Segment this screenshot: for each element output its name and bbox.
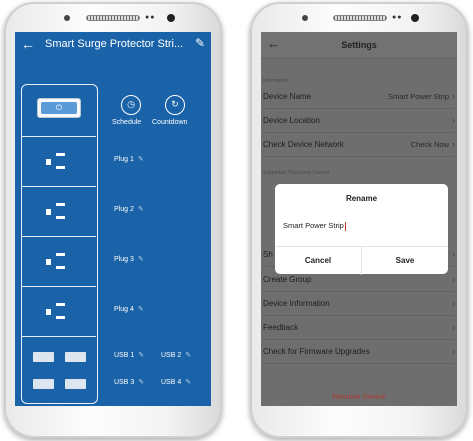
dialog-button-row: Cancel Save <box>275 246 448 275</box>
row-value: Check Now <box>410 140 449 149</box>
speaker-grille <box>333 15 387 21</box>
device-screen: ← Smart Surge Protector Stri... ✎ ⏻ ◷ Sc… <box>15 32 211 406</box>
strip-power-section: ⏻ <box>22 85 96 137</box>
edit-pencil-icon[interactable]: ✎ <box>185 352 191 359</box>
dialog-title: Rename <box>345 194 378 203</box>
plug-3-label: Plug 3 <box>114 256 134 263</box>
device-name-input-value: Smart Power Strip <box>283 221 344 230</box>
outlet-icon <box>46 301 72 323</box>
master-power-button[interactable]: ⏻ <box>37 98 81 118</box>
remove-device-button[interactable]: Remove Device <box>261 392 457 401</box>
row-label: Check Device Network <box>263 140 344 149</box>
section-header-third-party: Supported Third-party Control <box>263 170 330 176</box>
text-cursor <box>344 221 346 231</box>
chevron-right-icon: › <box>452 249 455 259</box>
row-label: Device Location <box>263 116 320 125</box>
top-bar: ← Settings <box>261 32 457 59</box>
chevron-right-icon: › <box>452 91 455 101</box>
outlet-icon <box>46 201 72 223</box>
row-check-device-network[interactable]: Check Device Network Check Now › <box>263 136 455 157</box>
edit-pencil-icon[interactable]: ✎ <box>138 156 144 163</box>
schedule-label[interactable]: Schedule <box>112 119 141 126</box>
plug-4-label-row[interactable]: Plug 4 ✎ <box>114 305 144 313</box>
row-label: Device Name <box>263 92 312 101</box>
section-header-information: Information <box>263 78 289 84</box>
edit-pencil-icon[interactable]: ✎ <box>195 36 205 50</box>
top-bar: ← Smart Surge Protector Stri... ✎ <box>15 32 211 58</box>
device-name-input[interactable]: Smart Power Strip <box>283 221 346 231</box>
strip-usb-section <box>22 337 96 403</box>
countdown-timer-icon[interactable]: ↻ <box>165 95 185 115</box>
usb-port-icon[interactable] <box>65 379 86 389</box>
plug-4-label: Plug 4 <box>114 306 134 313</box>
plug-2-label: Plug 2 <box>114 206 134 213</box>
usb-1-label: USB 1 <box>114 352 135 359</box>
plug-1-label-row[interactable]: Plug 1 ✎ <box>114 155 144 163</box>
save-button[interactable]: Save <box>362 256 448 265</box>
row-label: Sh <box>263 250 273 259</box>
schedule-clock-icon[interactable]: ◷ <box>121 95 141 115</box>
edit-pencil-icon[interactable]: ✎ <box>138 306 144 313</box>
chevron-right-icon: › <box>452 139 455 149</box>
strip-outlet-2[interactable] <box>22 187 96 237</box>
plug-1-label: Plug 1 <box>114 156 134 163</box>
rename-dialog: Rename Smart Power Strip Cancel Save <box>275 184 448 275</box>
usb-3-label: USB 3 <box>114 379 135 386</box>
phone-left: ●● ← Smart Surge Protector Stri... ✎ ⏻ ◷… <box>4 2 222 438</box>
row-firmware-upgrades[interactable]: Check for Firmware Upgrades › <box>263 343 455 364</box>
edit-pencil-icon[interactable]: ✎ <box>138 206 144 213</box>
power-icon: ⏻ <box>41 102 77 114</box>
usb-port-icon[interactable] <box>33 352 54 362</box>
strip-outlet-4[interactable] <box>22 287 96 337</box>
camera-icon <box>411 14 419 22</box>
row-label: Check for Firmware Upgrades <box>263 347 370 356</box>
usb-port-icon[interactable] <box>65 352 86 362</box>
usb-1-label-row[interactable]: USB 1 ✎ <box>114 351 144 359</box>
phone-right: ●● ← Settings Information Device Name Sm… <box>250 2 468 438</box>
sensor-icon <box>302 15 308 21</box>
chevron-right-icon: › <box>452 346 455 356</box>
plug-2-label-row[interactable]: Plug 2 ✎ <box>114 205 144 213</box>
row-value: Smart Power Strip <box>388 92 449 101</box>
strip-outlet-3[interactable] <box>22 237 96 287</box>
chevron-right-icon: › <box>452 322 455 332</box>
outlet-icon <box>46 251 72 273</box>
edit-pencil-icon[interactable]: ✎ <box>138 352 144 359</box>
row-device-information[interactable]: Device Information › <box>263 295 455 316</box>
power-strip-graphic: ⏻ <box>21 84 98 404</box>
sensor-icon <box>64 15 70 21</box>
strip-outlet-1[interactable] <box>22 137 96 187</box>
usb-4-label-row[interactable]: USB 4 ✎ <box>161 378 191 386</box>
edit-pencil-icon[interactable]: ✎ <box>138 256 144 263</box>
usb-port-icon[interactable] <box>33 379 54 389</box>
page-title: Smart Surge Protector Stri... <box>45 38 184 50</box>
sensor-dots: ●● <box>392 14 403 21</box>
row-feedback[interactable]: Feedback › <box>263 319 455 340</box>
edit-pencil-icon[interactable]: ✎ <box>185 379 191 386</box>
sensor-dots: ●● <box>145 14 156 21</box>
chevron-right-icon: › <box>452 115 455 125</box>
usb-4-label: USB 4 <box>161 379 182 386</box>
settings-screen: ← Settings Information Device Name Smart… <box>261 32 457 406</box>
usb-2-label-row[interactable]: USB 2 ✎ <box>161 351 191 359</box>
usb-3-label-row[interactable]: USB 3 ✎ <box>114 378 144 386</box>
countdown-label[interactable]: Countdown <box>152 119 187 126</box>
cancel-button[interactable]: Cancel <box>275 256 361 265</box>
chevron-right-icon: › <box>452 298 455 308</box>
row-label: Feedback <box>263 323 299 332</box>
back-arrow-icon[interactable]: ← <box>21 36 35 52</box>
edit-pencil-icon[interactable]: ✎ <box>138 379 144 386</box>
row-label: Device Information <box>263 299 330 308</box>
speaker-grille <box>86 15 140 21</box>
row-label: Create Group <box>263 275 312 284</box>
camera-icon <box>167 14 175 22</box>
outlet-icon <box>46 151 72 173</box>
chevron-right-icon: › <box>452 274 455 284</box>
page-title: Settings <box>341 40 377 50</box>
usb-2-label: USB 2 <box>161 352 182 359</box>
row-device-location[interactable]: Device Location › <box>263 112 455 133</box>
row-device-name[interactable]: Device Name Smart Power Strip › <box>263 88 455 109</box>
plug-3-label-row[interactable]: Plug 3 ✎ <box>114 255 144 263</box>
